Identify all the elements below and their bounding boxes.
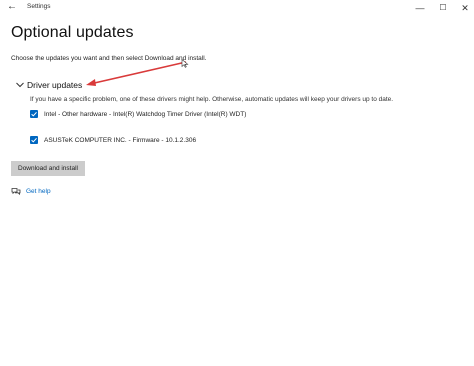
chat-help-icon bbox=[11, 188, 21, 196]
maximize-button[interactable]: ☐ bbox=[434, 2, 452, 14]
driver-updates-toggle[interactable]: Driver updates bbox=[15, 80, 82, 90]
title-bar: ← Settings — ☐ ✕ bbox=[0, 0, 474, 16]
chevron-down-icon bbox=[16, 82, 24, 88]
window-title: Settings bbox=[27, 3, 51, 10]
driver-item-label: Intel - Other hardware - Intel(R) Watchd… bbox=[44, 110, 247, 118]
driver-updates-hint: If you have a specific problem, one of t… bbox=[30, 96, 394, 103]
get-help-label: Get help bbox=[26, 188, 51, 195]
driver-updates-heading: Driver updates bbox=[27, 80, 83, 90]
driver-item[interactable]: Intel - Other hardware - Intel(R) Watchd… bbox=[30, 110, 246, 118]
close-button[interactable]: ✕ bbox=[456, 2, 474, 14]
checkmark-icon bbox=[31, 137, 37, 143]
minimize-button[interactable]: — bbox=[411, 2, 429, 14]
intro-text: Choose the updates you want and then sel… bbox=[11, 55, 207, 62]
checkbox-checked[interactable] bbox=[30, 136, 38, 144]
mouse-cursor-icon bbox=[181, 59, 189, 68]
get-help-link[interactable]: Get help bbox=[11, 187, 51, 196]
checkmark-icon bbox=[31, 111, 37, 117]
driver-item-label: ASUSTeK COMPUTER INC. - Firmware - 10.1.… bbox=[44, 136, 197, 144]
page-title: Optional updates bbox=[11, 24, 134, 41]
download-and-install-button[interactable]: Download and install bbox=[11, 161, 85, 176]
checkbox-checked[interactable] bbox=[30, 110, 38, 118]
driver-item[interactable]: ASUSTeK COMPUTER INC. - Firmware - 10.1.… bbox=[30, 136, 196, 144]
back-arrow-icon[interactable]: ← bbox=[6, 1, 18, 13]
